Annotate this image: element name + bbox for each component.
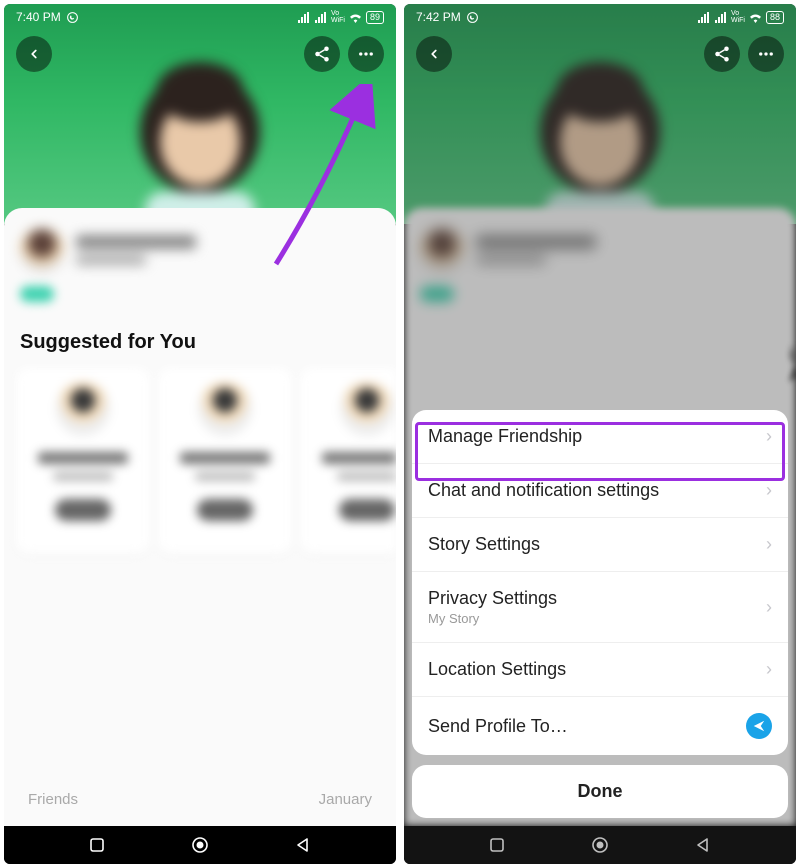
menu-item-label: Location Settings xyxy=(428,659,566,680)
menu-manage-friendship[interactable]: Manage Friendship › xyxy=(412,410,788,463)
android-nav-bar xyxy=(4,826,396,864)
menu-item-sublabel: My Story xyxy=(428,611,557,626)
chevron-right-icon: › xyxy=(766,426,772,447)
screenshot-left: 7:40 PM VoWiFi 89 xyxy=(4,4,396,864)
share-icon xyxy=(713,45,731,63)
footer-right: January xyxy=(319,791,372,808)
menu-chat-notification-settings[interactable]: Chat and notification settings › xyxy=(412,463,788,517)
screenshot-right: 7:42 PM VoWiFi 88 xyxy=(404,4,796,864)
suggested-card[interactable] xyxy=(16,368,150,554)
nav-back-icon[interactable] xyxy=(295,837,311,853)
top-bar xyxy=(404,34,796,74)
action-sheet: Manage Friendship › Chat and notificatio… xyxy=(412,410,788,818)
signal-icon-2 xyxy=(714,12,728,23)
more-icon xyxy=(757,45,775,63)
vowifi-indicator: VoWiFi xyxy=(331,10,345,24)
status-time: 7:40 PM xyxy=(16,10,61,24)
share-icon xyxy=(313,45,331,63)
battery-indicator: 88 xyxy=(766,11,784,24)
signal-icon-2 xyxy=(314,12,328,23)
action-list: Manage Friendship › Chat and notificatio… xyxy=(412,410,788,755)
suggested-card[interactable] xyxy=(158,368,292,554)
profile-info-row[interactable] xyxy=(4,220,396,280)
more-icon xyxy=(357,45,375,63)
menu-privacy-settings[interactable]: Privacy Settings My Story › xyxy=(412,571,788,642)
menu-location-settings[interactable]: Location Settings › xyxy=(412,642,788,696)
signal-icon-1 xyxy=(297,12,311,23)
menu-item-label: Story Settings xyxy=(428,534,540,555)
badge-row xyxy=(4,280,396,321)
status-bar: 7:40 PM VoWiFi 89 xyxy=(4,4,396,30)
footer-row: Friends January xyxy=(4,791,396,808)
wifi-icon xyxy=(348,12,363,23)
signal-icon-1 xyxy=(697,12,711,23)
share-button[interactable] xyxy=(304,36,340,72)
chevron-left-icon xyxy=(27,47,41,61)
profile-name-block xyxy=(76,235,196,265)
menu-item-label: Privacy Settings xyxy=(428,588,557,609)
more-button[interactable] xyxy=(748,36,784,72)
back-button[interactable] xyxy=(16,36,52,72)
profile-sheet: Suggested for You Friends January xyxy=(4,208,396,826)
whatsapp-icon xyxy=(66,11,79,24)
send-icon xyxy=(746,713,772,739)
chevron-right-icon: › xyxy=(766,659,772,680)
back-button[interactable] xyxy=(416,36,452,72)
suggested-title: Suggested for You xyxy=(4,321,396,362)
menu-item-label: Manage Friendship xyxy=(428,426,582,447)
menu-item-label: Chat and notification settings xyxy=(428,480,659,501)
suggested-card[interactable] xyxy=(300,368,396,554)
done-button[interactable]: Done xyxy=(412,765,788,818)
suggested-list[interactable] xyxy=(4,362,396,568)
status-bar: 7:42 PM VoWiFi 88 xyxy=(404,4,796,30)
chevron-right-icon: › xyxy=(766,597,772,618)
wifi-icon xyxy=(748,12,763,23)
chevron-left-icon xyxy=(427,47,441,61)
nav-recent-icon[interactable] xyxy=(89,837,105,853)
menu-item-label: Send Profile To… xyxy=(428,716,568,737)
chevron-right-icon: › xyxy=(766,480,772,501)
more-button[interactable] xyxy=(348,36,384,72)
nav-home-icon[interactable] xyxy=(190,835,210,855)
vowifi-indicator: VoWiFi xyxy=(731,10,745,24)
battery-indicator: 89 xyxy=(366,11,384,24)
avatar xyxy=(20,228,64,272)
status-time: 7:42 PM xyxy=(416,10,461,24)
top-bar xyxy=(4,34,396,74)
share-button[interactable] xyxy=(704,36,740,72)
done-label: Done xyxy=(578,781,623,801)
chevron-right-icon: › xyxy=(766,534,772,555)
footer-left: Friends xyxy=(28,791,78,808)
menu-story-settings[interactable]: Story Settings › xyxy=(412,517,788,571)
menu-send-profile-to[interactable]: Send Profile To… xyxy=(412,696,788,755)
whatsapp-icon xyxy=(466,11,479,24)
